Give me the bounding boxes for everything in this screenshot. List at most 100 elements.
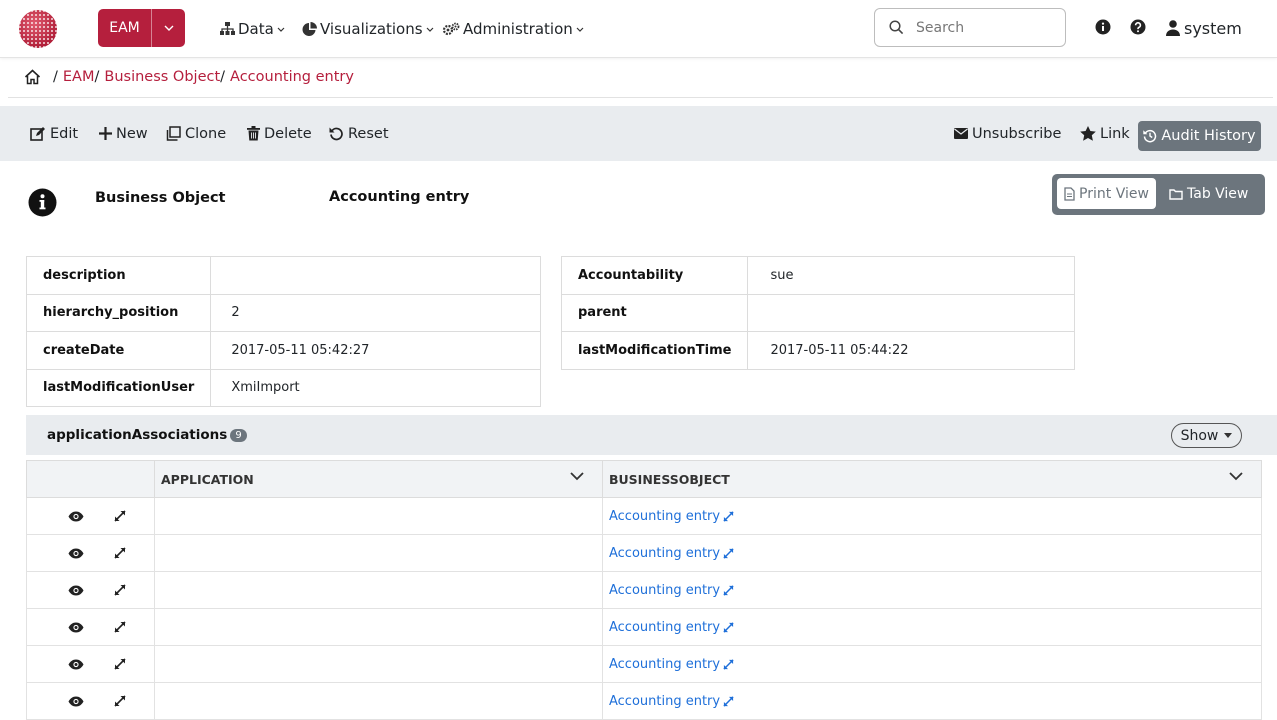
expand-icon	[723, 510, 734, 522]
expand-icon	[723, 621, 734, 633]
businessobject-link[interactable]: Accounting entry	[609, 583, 1255, 598]
property-key: description	[25, 256, 212, 295]
nav-menu-visualizations[interactable]: Visualizations	[302, 0, 434, 58]
table-header-row: APPLICATION BUSINESSOBJECT	[26, 460, 1262, 498]
delete-button[interactable]: Delete	[247, 106, 312, 161]
businessobject-cell: Accounting entry	[602, 682, 1262, 720]
home-icon[interactable]	[24, 69, 41, 85]
businessobject-cell: Accounting entry	[602, 645, 1262, 683]
businessobject-link[interactable]: Accounting entry	[609, 509, 1255, 524]
businessobject-link-text: Accounting entry	[609, 545, 721, 561]
reset-button[interactable]: Reset	[329, 106, 389, 161]
tab-view-label: Tab View	[1187, 185, 1249, 202]
edit-button[interactable]: Edit	[30, 106, 78, 161]
new-button[interactable]: New	[99, 106, 148, 161]
link-label: Link	[1100, 125, 1130, 142]
application-cell	[154, 534, 603, 572]
expand-icon[interactable]	[114, 584, 126, 596]
property-value: 2017-05-11 05:42:27	[210, 331, 541, 370]
businessobject-link[interactable]: Accounting entry	[609, 546, 1255, 561]
link-button[interactable]: Link	[1080, 106, 1130, 161]
audit-history-button[interactable]: Audit History	[1138, 121, 1261, 151]
breadcrumb-separator: /	[94, 69, 100, 85]
app-switcher-button[interactable]: EAM	[98, 9, 185, 47]
breadcrumb-separator: /	[53, 69, 58, 85]
businessobject-link-text: Accounting entry	[609, 508, 721, 524]
show-label: Show	[1180, 427, 1219, 444]
businessobject-link[interactable]: Accounting entry	[609, 694, 1255, 709]
chevron-down-icon[interactable]	[570, 472, 584, 481]
property-value: 2017-05-11 05:44:22	[747, 331, 1075, 370]
search-input[interactable]	[916, 19, 1056, 36]
object-name: Accounting entry	[329, 189, 470, 205]
divider	[8, 97, 1273, 98]
row-actions-cell	[26, 608, 155, 646]
property-key: parent	[560, 293, 749, 332]
breadcrumb-item-eam[interactable]: EAM	[63, 69, 95, 85]
expand-icon	[723, 547, 734, 559]
user-menu[interactable]: system	[1166, 0, 1242, 56]
info-circle-icon	[28, 188, 57, 217]
nav-menu-label: Data	[238, 20, 274, 38]
nav-menu-administration[interactable]: Administration	[442, 0, 584, 58]
application-cell	[154, 571, 603, 609]
logo-icon[interactable]	[18, 9, 58, 49]
expand-icon[interactable]	[114, 547, 126, 559]
table-row: Accounting entry	[26, 645, 1262, 683]
unsubscribe-button[interactable]: Unsubscribe	[954, 106, 1061, 161]
column-header-application[interactable]: APPLICATION	[154, 460, 603, 498]
clone-label: Clone	[185, 125, 227, 142]
property-key: lastModificationTime	[560, 331, 749, 370]
eye-icon[interactable]	[68, 622, 84, 633]
expand-icon[interactable]	[114, 510, 126, 522]
info-circle-icon[interactable]	[1095, 19, 1111, 35]
businessobject-link[interactable]: Accounting entry	[609, 620, 1255, 635]
expand-icon	[723, 695, 734, 707]
nav-menu-label: Administration	[463, 20, 573, 38]
tab-view-button[interactable]: Tab View	[1169, 178, 1248, 209]
application-cell	[154, 608, 603, 646]
expand-icon[interactable]	[114, 621, 126, 633]
businessobject-cell: Accounting entry	[602, 608, 1262, 646]
reset-label: Reset	[348, 125, 389, 142]
businessobject-link[interactable]: Accounting entry	[609, 657, 1255, 672]
table-row: Accounting entry	[26, 571, 1262, 609]
eye-icon[interactable]	[68, 696, 84, 707]
property-row: lastModificationUser XmiImport	[25, 368, 541, 407]
search-box[interactable]	[874, 8, 1066, 47]
property-key: createDate	[25, 331, 212, 370]
associations-title: applicationAssociations 9	[47, 427, 247, 443]
property-key: lastModificationUser	[25, 368, 212, 407]
clone-button[interactable]: Clone	[166, 106, 226, 161]
show-dropdown-button[interactable]: Show	[1171, 423, 1242, 448]
chevron-down-icon	[277, 27, 285, 32]
property-key: hierarchy_position	[25, 293, 212, 332]
breadcrumb-item-business-object[interactable]: Business Object	[104, 69, 220, 85]
expand-icon[interactable]	[114, 695, 126, 707]
eye-icon[interactable]	[68, 585, 84, 596]
chevron-down-icon[interactable]	[1229, 472, 1243, 481]
nav-menu-data[interactable]: Data	[220, 0, 285, 58]
businessobject-cell: Accounting entry	[602, 571, 1262, 609]
businessobject-link-text: Accounting entry	[609, 582, 721, 598]
edit-label: Edit	[50, 125, 79, 142]
column-header-label: APPLICATION	[161, 471, 254, 487]
eye-icon[interactable]	[68, 659, 84, 670]
column-header-businessobject[interactable]: BUSINESSOBJECT	[602, 460, 1262, 498]
eye-icon[interactable]	[68, 511, 84, 522]
chevron-down-icon[interactable]	[151, 9, 185, 47]
question-circle-icon[interactable]	[1130, 19, 1146, 35]
print-view-button[interactable]: Print View	[1057, 178, 1156, 209]
expand-icon[interactable]	[114, 658, 126, 670]
property-row: parent	[560, 293, 1075, 332]
breadcrumb-item-current[interactable]: Accounting entry	[230, 69, 354, 85]
eye-icon[interactable]	[68, 548, 84, 559]
associations-title-text: applicationAssociations	[47, 427, 228, 443]
property-row: Accountability sue	[560, 256, 1075, 295]
trash-icon	[247, 126, 260, 141]
chevron-down-icon	[576, 27, 584, 32]
properties-table-right: Accountability sue parent lastModificati…	[560, 256, 1075, 370]
associations-table: APPLICATION BUSINESSOBJECT Accounting en…	[26, 460, 1262, 720]
search-icon	[889, 20, 904, 35]
businessobject-cell: Accounting entry	[602, 497, 1262, 535]
